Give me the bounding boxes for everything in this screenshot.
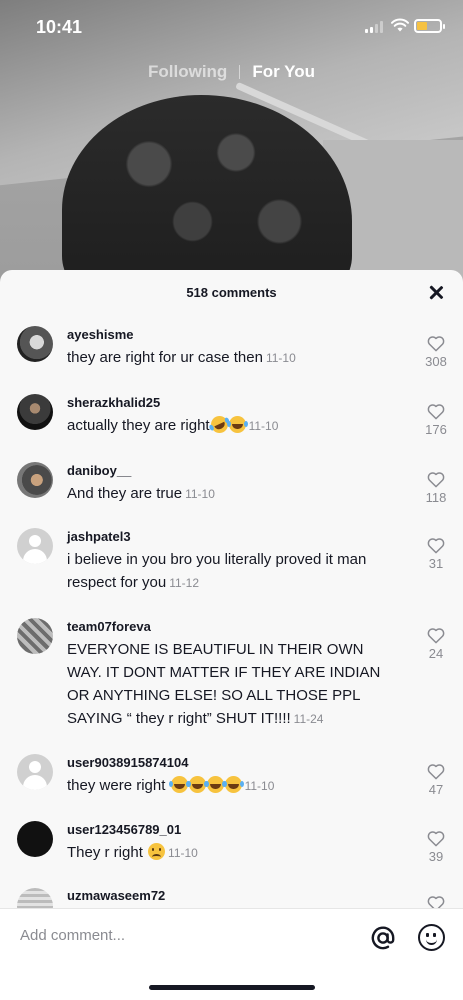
heart-icon[interactable] [427,471,445,488]
add-comment-input[interactable]: Add comment... [20,927,320,944]
avatar[interactable] [17,754,53,790]
comment-item: daniboy__ And they are true 11-10 118 [0,460,463,518]
like-button[interactable]: 24 [420,627,452,661]
comment-date: 11-10 [185,487,215,501]
status-bar: 10:41 [0,0,463,56]
laughing-emoji [222,776,242,793]
comment-body: i believe in you bro you literally prove… [67,551,367,591]
like-count: 308 [425,354,447,369]
close-icon[interactable] [425,282,447,304]
comment-item: team07foreva EVERYONE IS BEAUTIFUL IN TH… [0,616,463,744]
comments-count-title: 518 comments [186,285,277,300]
feed-tabs: Following For You [0,62,463,82]
avatar[interactable] [17,888,53,908]
comment-text: And they are true 11-10 [67,482,402,506]
like-button[interactable]: 31 [420,537,452,571]
comment-text: EVERYONE IS BEAUTIFUL IN THEIR OWN WAY. … [67,638,402,731]
like-button[interactable]: 308 [420,335,452,369]
comments-list[interactable]: ayeshisme they are right for ur case the… [0,316,463,908]
comment-username[interactable]: sherazkhalid25 [67,395,160,410]
wifi-icon [391,18,409,32]
comment-body: And they are true [67,485,183,502]
heart-icon[interactable] [427,537,445,554]
tab-for-you[interactable]: For You [252,62,315,82]
heart-icon[interactable] [427,627,445,644]
home-indicator [149,985,315,990]
sad-emoji [148,843,166,860]
comment-username[interactable]: team07foreva [67,619,151,634]
battery-icon [414,19,445,33]
comment-date: 11-10 [248,419,279,433]
like-button[interactable] [420,895,452,908]
comment-date: 11-10 [244,779,275,793]
comment-item: user123456789_01 They r right 11-10 39 [0,819,463,877]
heart-icon[interactable] [427,335,445,352]
laughing-emoji [168,776,188,793]
comment-item: user9038915874104 they were right 11-10 … [0,752,463,810]
comment-date: 11-10 [265,351,296,365]
comment-username[interactable]: ayeshisme [67,327,134,342]
comment-item: jashpatel3 i believe in you bro you lite… [0,526,463,610]
heart-icon[interactable] [427,403,445,420]
comment-text: They r right 11-10 [67,841,402,865]
like-count: 118 [425,490,447,505]
comment-username[interactable]: user123456789_01 [67,822,181,837]
comment-item: uzmawaseem72 [0,886,463,908]
laughing-emoji [186,776,206,793]
tab-divider [239,65,241,79]
comment-text: they are right for ur case then 11-10 [67,346,402,370]
heart-icon[interactable] [427,895,445,908]
comment-username[interactable]: jashpatel3 [67,529,131,544]
like-button[interactable]: 39 [420,830,452,864]
comment-body: they are right for ur case then [67,349,263,366]
avatar[interactable] [17,394,53,430]
tab-following[interactable]: Following [148,62,227,82]
comment-body: EVERYONE IS BEAUTIFUL IN THEIR OWN WAY. … [67,641,381,727]
comment-text: i believe in you bro you literally prove… [67,548,402,595]
status-time: 10:41 [36,17,83,37]
avatar[interactable] [17,528,53,564]
comment-text: they were right 11-10 [67,774,402,798]
heart-icon[interactable] [427,830,445,847]
avatar[interactable] [17,618,53,654]
avatar[interactable] [17,326,53,362]
like-button[interactable]: 118 [420,471,452,505]
cellular-signal-icon [365,21,385,33]
comment-date: 11-24 [293,712,324,726]
mention-icon[interactable] [370,925,396,951]
like-button[interactable]: 47 [420,763,452,797]
laughing-emoji [204,776,224,793]
like-count: 176 [425,422,447,437]
comment-body: they were right [67,777,166,794]
comment-body: actually they are right [67,417,210,434]
like-button[interactable]: 176 [420,403,452,437]
emoji-icon[interactable] [418,924,445,951]
avatar[interactable] [17,462,53,498]
like-count: 47 [428,782,444,797]
like-count: 24 [428,646,444,661]
comment-text: actually they are right 11-10 [67,413,402,438]
comment-body: They r right [67,844,143,861]
like-count: 31 [428,556,444,571]
comments-sheet: 518 comments ayeshisme they are right fo… [0,270,463,1000]
comment-username[interactable]: user9038915874104 [67,755,188,770]
comment-date: 11-12 [169,576,200,590]
comment-username[interactable]: uzmawaseem72 [67,888,165,903]
avatar[interactable] [17,821,53,857]
comment-item: ayeshisme they are right for ur case the… [0,324,463,382]
comment-date: 11-10 [168,846,198,860]
like-count: 39 [428,849,444,864]
comment-username[interactable]: daniboy__ [67,463,131,478]
comments-header: 518 comments [0,270,463,316]
laughing-emoji [226,416,246,433]
heart-icon[interactable] [427,763,445,780]
comment-item: sherazkhalid25 actually they are right 11… [0,392,463,450]
